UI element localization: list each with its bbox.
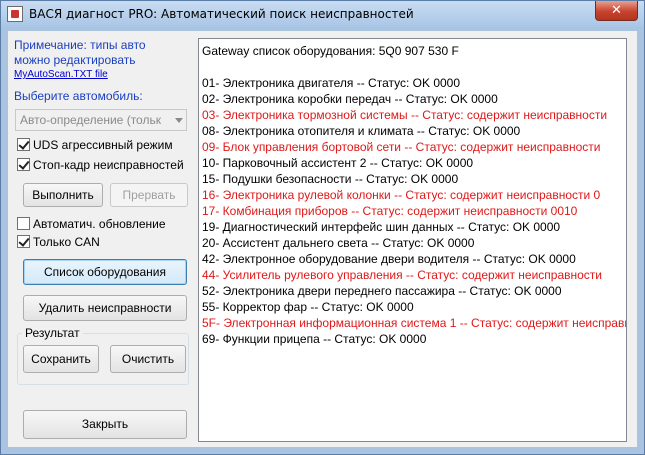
auto-update-checkbox[interactable]: Автоматич. обновление — [17, 217, 166, 233]
output-line: 69- Функции прицепа -- Статус: OK 0000 — [202, 332, 427, 346]
output-line: 20- Ассистент дальнего света -- Статус: … — [202, 236, 475, 250]
uds-aggressive-checkbox[interactable]: UDS агрессивный режим — [17, 138, 173, 154]
output-textbox[interactable]: Gateway список оборудования: 5Q0 907 530… — [198, 38, 627, 442]
note-line-2: можно редактировать — [14, 53, 136, 67]
freeze-frame-checkbox[interactable]: Стоп-кадр неисправностей — [17, 158, 184, 174]
uds-aggressive-label: UDS агрессивный режим — [33, 138, 173, 152]
save-button[interactable]: Сохранить — [23, 345, 99, 373]
output-line: 02- Электроника коробки передач -- Стату… — [202, 92, 498, 106]
output-line: 42- Электронное оборудование двери водит… — [202, 252, 576, 266]
window-close-button[interactable]: ✕ — [595, 1, 638, 21]
output-line: 01- Электроника двигателя -- Статус: OK … — [202, 76, 461, 90]
checkbox-box[interactable] — [17, 158, 30, 171]
run-button[interactable]: Выполнить — [23, 183, 103, 207]
note-line-1: Примечание: типы авто — [14, 38, 146, 52]
window-title: ВАСЯ диагност PRO: Автоматический поиск … — [29, 7, 414, 21]
auto-update-label: Автоматич. обновление — [33, 217, 166, 231]
note-text: Примечание: типы авто можно редактироват… — [14, 38, 189, 68]
output-lines: 01- Электроника двигателя -- Статус: OK … — [202, 75, 626, 347]
output-header: Gateway список оборудования: 5Q0 907 530… — [202, 44, 459, 58]
output-line-fault: 44- Усилитель рулевого управления -- Ста… — [202, 268, 603, 282]
freeze-frame-label: Стоп-кадр неисправностей — [33, 158, 184, 172]
output-line: 52- Электроника двери переднего пассажир… — [202, 284, 562, 298]
app-window: ВАСЯ диагност PRO: Автоматический поиск … — [0, 0, 645, 455]
title-bar[interactable]: ВАСЯ диагност PRO: Автоматический поиск … — [1, 1, 644, 27]
choose-car-label: Выберите автомобиль: — [14, 89, 143, 103]
checkbox-box[interactable] — [17, 217, 30, 230]
output-line-fault: 16- Электроника рулевой колонки -- Стату… — [202, 188, 601, 202]
car-select-combo: Авто-определение (тольк — [15, 109, 187, 131]
output-line: 15- Подушки безопасности -- Статус: OK 0… — [202, 172, 459, 186]
output-spacer — [202, 59, 626, 75]
output-line-fault: 5F- Электронная информационная система 1… — [202, 316, 627, 330]
can-only-label: Только CAN — [33, 235, 100, 249]
car-select-value: Авто-определение (тольк — [20, 113, 161, 127]
close-button[interactable]: Закрыть — [23, 410, 187, 439]
output-line: 08- Электроника отопителя и климата -- С… — [202, 124, 521, 138]
output-line: 19- Диагностический интерфейс шин данных… — [202, 220, 561, 234]
clear-faults-button[interactable]: Удалить неисправности — [23, 295, 187, 321]
abort-button[interactable]: Прервать — [110, 183, 188, 207]
output-line-fault: 03- Электроника тормозной системы -- Ста… — [202, 108, 608, 122]
output-line-fault: 17- Комбинация приборов -- Статус: содер… — [202, 204, 578, 218]
can-only-checkbox[interactable]: Только CAN — [17, 235, 100, 251]
output-line: 55- Корректор фар -- Статус: OK 0000 — [202, 300, 414, 314]
app-icon — [7, 6, 23, 22]
result-group-title: Результат — [22, 326, 83, 340]
output-line: 10- Парковочный ассистент 2 -- Статус: O… — [202, 156, 474, 170]
clear-button[interactable]: Очистить — [110, 345, 186, 373]
output-line-fault: 09- Блок управления бортовой сети -- Ста… — [202, 140, 601, 154]
chevron-down-icon — [175, 118, 183, 123]
myautoscan-file-link[interactable]: MyAutoScan.TXT file — [14, 69, 108, 80]
client-area: Примечание: типы авто можно редактироват… — [8, 31, 637, 447]
checkbox-box[interactable] — [17, 138, 30, 151]
equipment-list-button[interactable]: Список оборудования — [23, 259, 187, 285]
checkbox-box[interactable] — [17, 235, 30, 248]
